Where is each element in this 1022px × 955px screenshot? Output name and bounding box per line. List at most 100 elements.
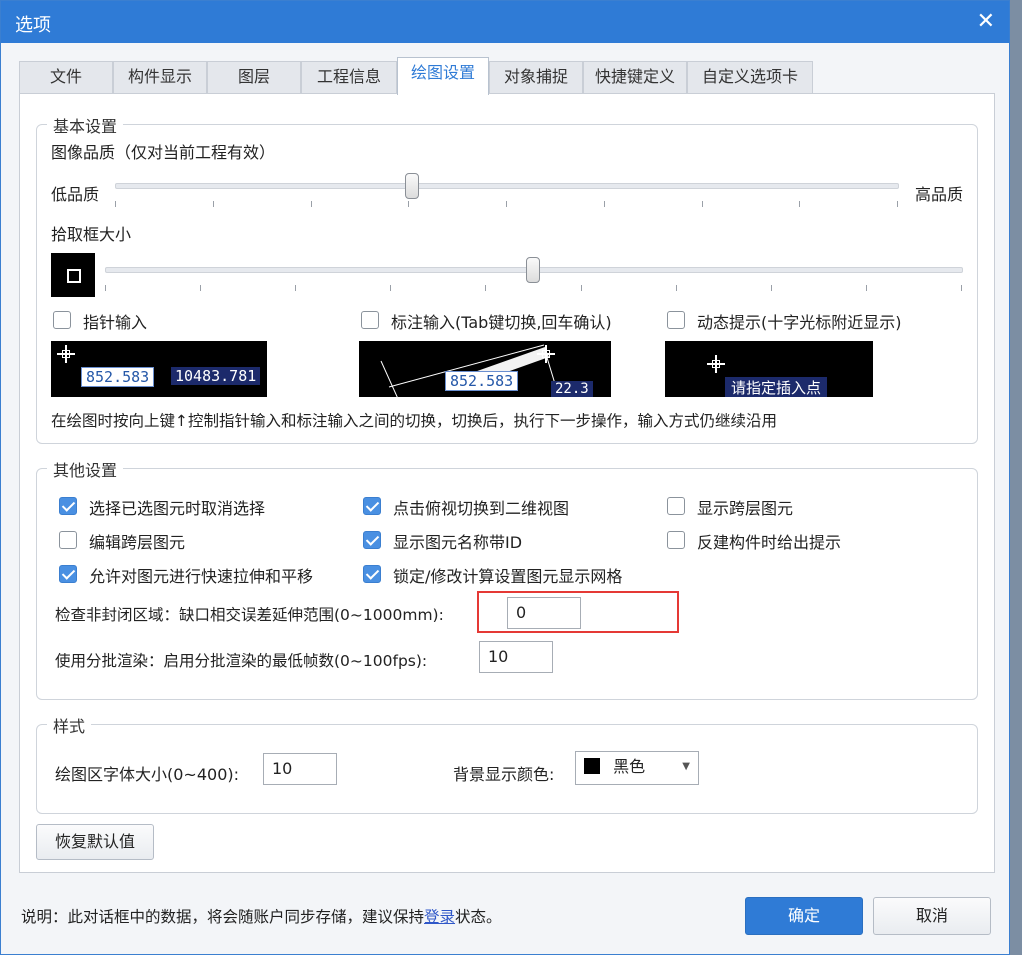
- pick-box-tick: [770, 285, 772, 291]
- title-bar: 选项 ✕: [1, 1, 1009, 43]
- background-color-value: 黑色: [613, 757, 646, 776]
- tab-object-snap[interactable]: 对象捕捉: [489, 61, 583, 93]
- pick-box-tick: [390, 285, 392, 291]
- dynamic-hint-preview: 请指定插入点: [665, 341, 873, 397]
- background-color-select[interactable]: 黑色 ▼: [575, 751, 699, 785]
- quality-tick: [897, 201, 898, 207]
- quick-stretch-checkbox[interactable]: [59, 565, 77, 583]
- pick-box-tick: [580, 285, 582, 291]
- lock-grid-checkbox[interactable]: [363, 565, 381, 583]
- dimension-input-checkbox[interactable]: [361, 311, 379, 329]
- color-swatch: [584, 758, 600, 774]
- edit-cross-layer-label: 编辑跨层图元: [89, 533, 186, 552]
- quality-tick: [603, 201, 605, 207]
- input-switch-note: 在绘图时按向上键↑控制指针输入和标注输入之间的切换，切换后，执行下一步操作，输入…: [51, 412, 777, 430]
- dynamic-hint-checkbox[interactable]: [667, 311, 685, 329]
- reverse-build-hint-checkbox[interactable]: [667, 531, 685, 549]
- footer-note-prefix: 说明：此对话框中的数据，将会随账户同步存储，建议保持: [21, 908, 425, 926]
- gap-range-label: 检查非封闭区域：缺口相交误差延伸范围(0~1000mm):: [55, 606, 444, 624]
- pick-box-tick: [105, 285, 106, 291]
- pointer-input-preview: 852.583 10483.781: [51, 341, 267, 397]
- dimension-angle-value: 22.3: [551, 381, 593, 397]
- quality-tick: [506, 201, 507, 207]
- show-cross-layer-label: 显示跨层图元: [697, 499, 794, 518]
- batch-render-label: 使用分批渲染：启用分批渲染的最低帧数(0~100fps):: [55, 652, 428, 670]
- show-name-id-checkbox[interactable]: [363, 531, 381, 549]
- show-cross-layer-checkbox[interactable]: [667, 497, 685, 515]
- quality-tick: [701, 201, 703, 207]
- image-quality-label: 图像品质（仅对当前工程有效）: [51, 143, 276, 162]
- font-size-label: 绘图区字体大小(0~400):: [55, 765, 240, 784]
- quick-stretch-label: 允许对图元进行快速拉伸和平移: [89, 567, 314, 586]
- pick-box-tick: [485, 285, 487, 291]
- tab-component-display[interactable]: 构件显示: [113, 61, 207, 93]
- ok-button[interactable]: 确定: [745, 897, 863, 935]
- coord-y-value: 10483.781: [171, 367, 261, 385]
- top-view-2d-checkbox[interactable]: [363, 497, 381, 515]
- quality-tick: [799, 201, 801, 207]
- crosshair-icon: [707, 355, 725, 373]
- tab-file[interactable]: 文件: [19, 61, 113, 93]
- pick-box-tick: [295, 285, 297, 291]
- high-quality-label: 高品质: [914, 185, 963, 204]
- dimension-input-label: 标注输入(Tab键切换,回车确认): [391, 313, 612, 332]
- tab-drawing-settings[interactable]: 绘图设置: [397, 57, 489, 95]
- other-settings-group: 其他设置 选择已选图元时取消选择 点击俯视切换到二维视图 显示跨层图元 编辑跨层…: [36, 457, 978, 700]
- style-group: 样式 绘图区字体大小(0~400): 10 背景显示颜色: 黑色 ▼: [36, 713, 978, 814]
- tab-layers[interactable]: 图层: [207, 61, 301, 93]
- show-name-id-label: 显示图元名称带ID: [393, 533, 523, 552]
- footer-note: 说明：此对话框中的数据，将会随账户同步存储，建议保持登录状态。: [21, 905, 502, 927]
- cancel-button[interactable]: 取消: [873, 897, 991, 935]
- low-quality-label: 低品质: [51, 185, 100, 204]
- login-link[interactable]: 登录: [424, 908, 455, 926]
- quality-tick: [408, 201, 410, 207]
- crosshair-icon: [57, 345, 75, 363]
- highlight-box: [477, 591, 679, 633]
- restore-defaults-button[interactable]: 恢复默认值: [36, 824, 154, 860]
- edit-cross-layer-checkbox[interactable]: [59, 531, 77, 549]
- top-view-2d-label: 点击俯视切换到二维视图: [393, 499, 570, 518]
- footer-note-suffix: 状态。: [455, 908, 502, 926]
- background-color-label: 背景显示颜色:: [453, 765, 555, 784]
- basic-settings-title: 基本设置: [47, 113, 124, 137]
- options-dialog: 选项 ✕ 文件 构件显示 图层 工程信息 绘图设置 对象捕捉 快捷键定义 自定义…: [0, 0, 1010, 955]
- batch-render-input[interactable]: 10: [479, 641, 553, 673]
- pick-box-thumb[interactable]: [526, 257, 540, 283]
- style-title: 样式: [47, 713, 92, 737]
- deselect-selected-checkbox[interactable]: [59, 497, 77, 515]
- quality-tick: [212, 201, 214, 207]
- pick-box-preview: [51, 253, 95, 297]
- font-size-input[interactable]: 10: [263, 753, 337, 785]
- close-icon[interactable]: ✕: [977, 9, 995, 34]
- dimension-input-preview: 852.583 22.3: [359, 341, 611, 397]
- dynamic-hint-label: 动态提示(十字光标附近显示): [697, 313, 902, 332]
- crosshair-icon: [537, 345, 555, 363]
- drawing-settings-panel: 基本设置 图像品质（仅对当前工程有效） 低品质 高品质 拾取框大小 指针输入 标…: [19, 93, 995, 873]
- basic-settings-group: 基本设置 图像品质（仅对当前工程有效） 低品质 高品质 拾取框大小 指针输入 标…: [36, 113, 978, 444]
- pick-box-tick: [865, 285, 867, 291]
- background-window: [1010, 0, 1022, 955]
- quality-tick: [115, 201, 116, 207]
- pointer-input-checkbox[interactable]: [53, 311, 71, 329]
- other-settings-title: 其他设置: [47, 457, 124, 481]
- deselect-selected-label: 选择已选图元时取消选择: [89, 499, 266, 518]
- pointer-input-label: 指针输入: [83, 313, 148, 332]
- tab-shortcut-keys[interactable]: 快捷键定义: [583, 61, 687, 93]
- pick-box-tick: [675, 285, 677, 291]
- image-quality-track[interactable]: [115, 183, 899, 189]
- pick-box-square-icon: [67, 269, 81, 283]
- image-quality-thumb[interactable]: [405, 173, 420, 199]
- chevron-down-icon: ▼: [682, 761, 690, 772]
- pick-box-size-label: 拾取框大小: [51, 225, 132, 244]
- pick-box-tick: [200, 285, 202, 291]
- dimension-length-value: 852.583: [445, 371, 519, 391]
- quality-tick: [310, 201, 312, 207]
- window-title: 选项: [15, 15, 51, 36]
- tab-project-info[interactable]: 工程信息: [301, 61, 397, 93]
- pick-box-tick: [961, 285, 962, 291]
- coord-x-value: 852.583: [81, 367, 155, 387]
- tab-custom-tabs[interactable]: 自定义选项卡: [687, 61, 813, 93]
- reverse-build-hint-label: 反建构件时给出提示: [697, 533, 842, 552]
- insert-point-hint: 请指定插入点: [725, 377, 828, 397]
- lock-grid-label: 锁定/修改计算设置图元显示网格: [393, 567, 623, 586]
